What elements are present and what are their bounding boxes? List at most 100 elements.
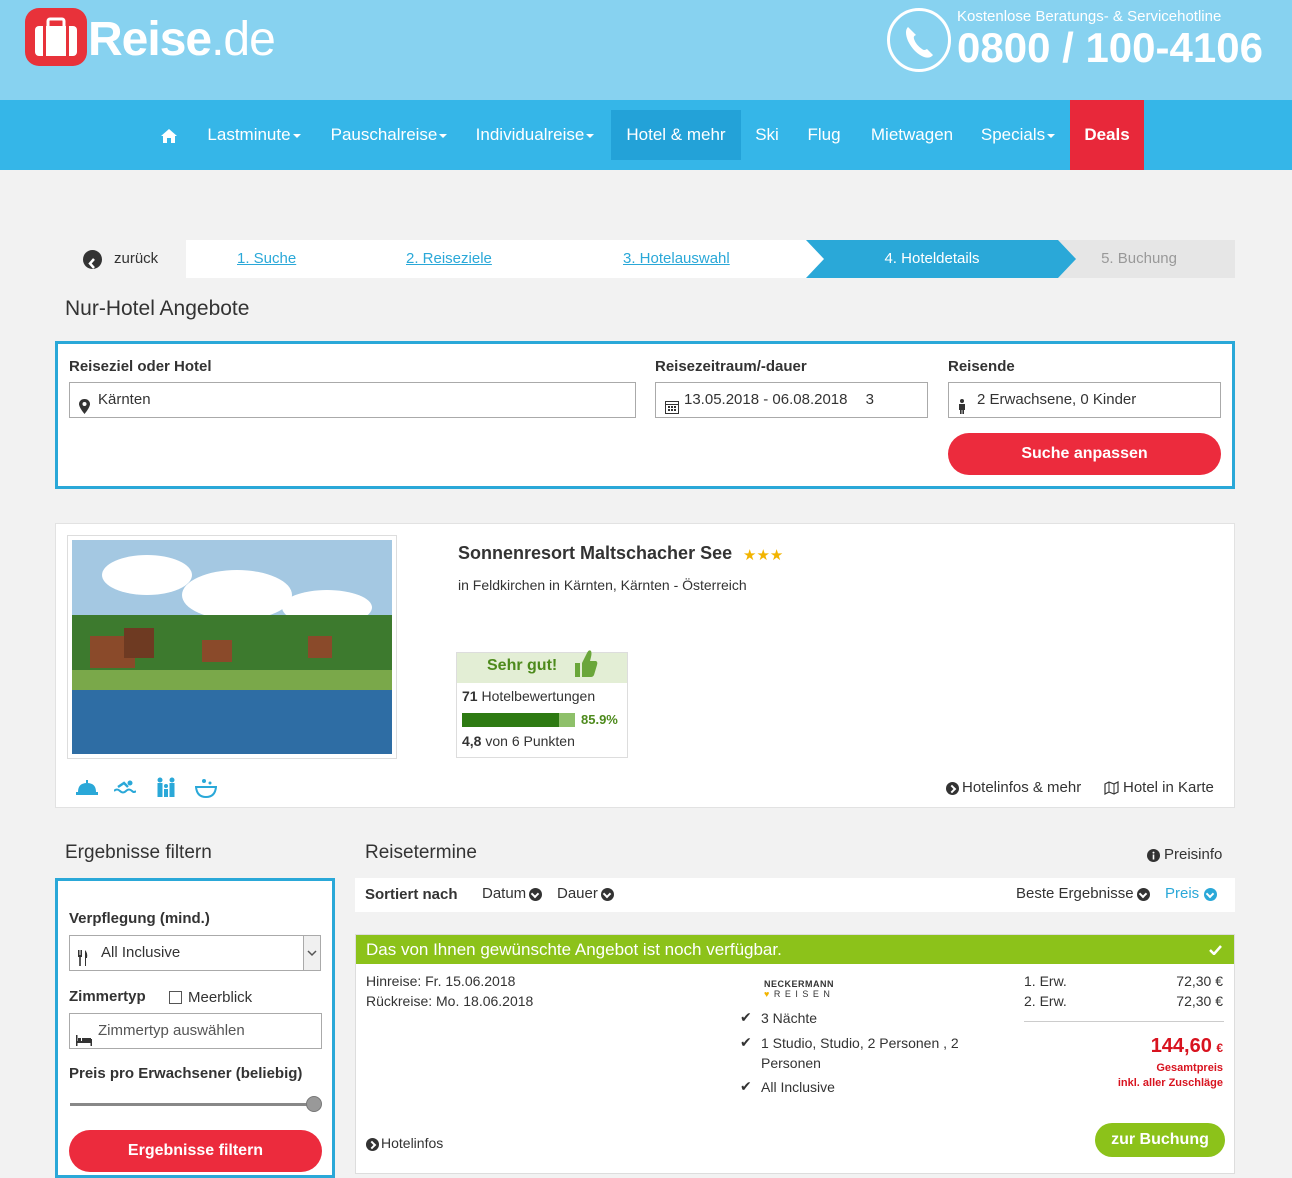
price-slider-handle[interactable]	[306, 1096, 322, 1112]
offer-hotelinfos-link[interactable]: Hotelinfos	[366, 1135, 443, 1151]
pax2-label: 2. Erw.	[1024, 993, 1067, 1009]
period-label: Reisezeitraum/-dauer	[655, 358, 807, 375]
heart-icon: ♥	[764, 989, 771, 999]
swimming-icon	[113, 780, 137, 799]
nav-hotel-mehr[interactable]: Hotel & mehr	[611, 110, 741, 160]
main-navigation: Lastminute Pauschalreise Individualreise…	[0, 100, 1292, 170]
hotel-info-link[interactable]: Hotelinfos & mehr	[946, 779, 1081, 796]
divider	[1024, 1021, 1224, 1022]
hotel-map-link[interactable]: Hotel in Karte	[1104, 779, 1214, 796]
operator-logo: NECKERMANN ♥ R E I S E N	[764, 979, 834, 999]
nav-pauschalreise[interactable]: Pauschalreise	[320, 100, 458, 170]
nav-lastminute[interactable]: Lastminute	[195, 100, 313, 170]
check-icon: ✔	[740, 1078, 752, 1094]
star-rating: ★★★	[743, 547, 784, 564]
search-submit-button[interactable]: Suche anpassen	[948, 433, 1221, 475]
chevron-down-icon	[439, 133, 448, 138]
total-sub: inkl. aller Zuschläge	[1117, 1077, 1223, 1089]
step-reiseziele[interactable]: 2. Reiseziele	[406, 240, 492, 278]
chevron-left-icon	[83, 250, 102, 269]
suitcase-logo-icon[interactable]	[25, 8, 87, 66]
feature-nights: 3 Nächte	[761, 1010, 818, 1026]
thumbs-up-icon	[571, 647, 599, 684]
checkmark-icon	[1209, 935, 1222, 964]
phone-icon	[887, 8, 951, 72]
logo-wordmark[interactable]: Reise.de	[88, 12, 276, 67]
outbound-date: Hinreise: Fr. 15.06.2018	[366, 973, 516, 989]
chevron-down-icon	[1136, 887, 1150, 901]
step-hoteldetails: 4. Hoteldetails	[806, 240, 1058, 278]
total-label: Gesamtpreis	[1156, 1062, 1223, 1074]
hotline-label: Kostenlose Beratungs- & Servicehotline	[957, 8, 1222, 25]
family-icon	[155, 777, 177, 802]
nav-individualreise[interactable]: Individualreise	[464, 100, 606, 170]
travelers-input[interactable]: 2 Erwachsene, 0 Kinder	[948, 382, 1221, 418]
chevron-down-icon	[600, 887, 614, 901]
reception-bell-icon	[76, 778, 98, 801]
recommend-percent: 85.9%	[581, 712, 618, 727]
period-input[interactable]: 13.05.2018 - 06.08.2018 3	[655, 382, 928, 418]
travelers-label: Reisende	[948, 358, 1015, 375]
availability-banner: Das von Ihnen gewünschte Angebot ist noc…	[356, 935, 1234, 964]
sort-date[interactable]: Datum	[482, 885, 543, 902]
sort-best[interactable]: Beste Ergebnisse	[1016, 885, 1150, 902]
lake-photo	[72, 540, 392, 754]
check-icon: ✔	[740, 1034, 752, 1050]
home-icon[interactable]	[150, 100, 188, 170]
pax1-label: 1. Erw.	[1024, 973, 1067, 989]
reviews-count: 71 Hotelbewertungen	[462, 688, 596, 704]
nav-flug[interactable]: Flug	[798, 100, 850, 170]
filter-submit-button[interactable]: Ergebnisse filtern	[69, 1130, 322, 1172]
price-label: Preis pro Erwachsener (beliebig)	[69, 1065, 303, 1082]
info-icon	[1147, 846, 1164, 863]
chevron-right-icon	[366, 1137, 379, 1151]
board-select[interactable]: All Inclusive	[69, 935, 321, 971]
rating-box[interactable]: Sehr gut! 71 Hotelbewertungen 85.9% 4,8 …	[456, 650, 628, 758]
seaview-checkbox[interactable]	[169, 991, 182, 1004]
chevron-down-icon	[1204, 887, 1218, 901]
feature-room: 1 Studio, Studio, 2 Personen , 2	[761, 1035, 959, 1051]
results-title: Reisetermine	[365, 842, 477, 863]
step-suche[interactable]: 1. Suche	[237, 240, 296, 278]
sort-price[interactable]: Preis	[1165, 885, 1218, 902]
step-buchung: 5. Buchung	[1058, 240, 1235, 278]
room-type-input[interactable]: Zimmertyp auswählen	[69, 1013, 322, 1049]
step-notch	[806, 240, 824, 278]
hotel-location: in Feldkirchen in Kärnten, Kärnten - Öst…	[458, 577, 747, 593]
seaview-label: Meerblick	[188, 989, 253, 1006]
search-form: Reiseziel oder Hotel Kärnten Reisezeitra…	[55, 341, 1235, 489]
offer-card: Das von Ihnen gewünschte Angebot ist noc…	[355, 934, 1235, 1174]
price-slider-track[interactable]	[70, 1103, 314, 1106]
hotel-name[interactable]: Sonnenresort Maltschacher See	[458, 543, 732, 564]
feature-room-cont: Personen	[761, 1055, 821, 1071]
step-hotelauswahl[interactable]: 3. Hotelauswahl	[623, 240, 730, 278]
destination-input[interactable]: Kärnten	[69, 382, 636, 418]
sort-duration[interactable]: Dauer	[557, 885, 614, 902]
nav-mietwagen[interactable]: Mietwagen	[862, 100, 962, 170]
step-arrow	[1058, 240, 1076, 278]
nav-ski[interactable]: Ski	[748, 100, 786, 170]
nav-specials[interactable]: Specials	[974, 100, 1062, 170]
rating-label: Sehr gut!	[487, 657, 558, 674]
score: 4,8 von 6 Punkten	[462, 733, 575, 749]
bed-icon	[76, 1025, 92, 1059]
price-info-link[interactable]: Preisinfo	[1147, 846, 1222, 863]
hotel-image[interactable]	[67, 535, 397, 759]
nav-deals[interactable]: Deals	[1070, 100, 1144, 170]
check-icon: ✔	[740, 1009, 752, 1025]
sort-bar: Sortiert nach Datum Dauer Beste Ergebnis…	[355, 878, 1235, 912]
pax2-price: 72,30 €	[1176, 993, 1223, 1009]
book-button[interactable]: zur Buchung	[1095, 1123, 1225, 1157]
page-title: Nur-Hotel Angebote	[65, 297, 250, 320]
chevron-down-icon	[586, 133, 595, 138]
pax1-price: 72,30 €	[1176, 973, 1223, 989]
person-icon	[958, 393, 966, 427]
back-button[interactable]: zurück	[72, 240, 186, 278]
chevron-down-icon	[529, 887, 543, 901]
total-price: 144,60 €	[1150, 1035, 1223, 1057]
hotel-card: Sonnenresort Maltschacher See ★★★ in Fel…	[55, 523, 1235, 808]
calendar-icon	[665, 393, 679, 427]
chevron-down-icon	[303, 936, 320, 970]
hotline-number[interactable]: 0800 / 100-4106	[957, 24, 1263, 72]
chevron-right-icon	[946, 781, 959, 795]
